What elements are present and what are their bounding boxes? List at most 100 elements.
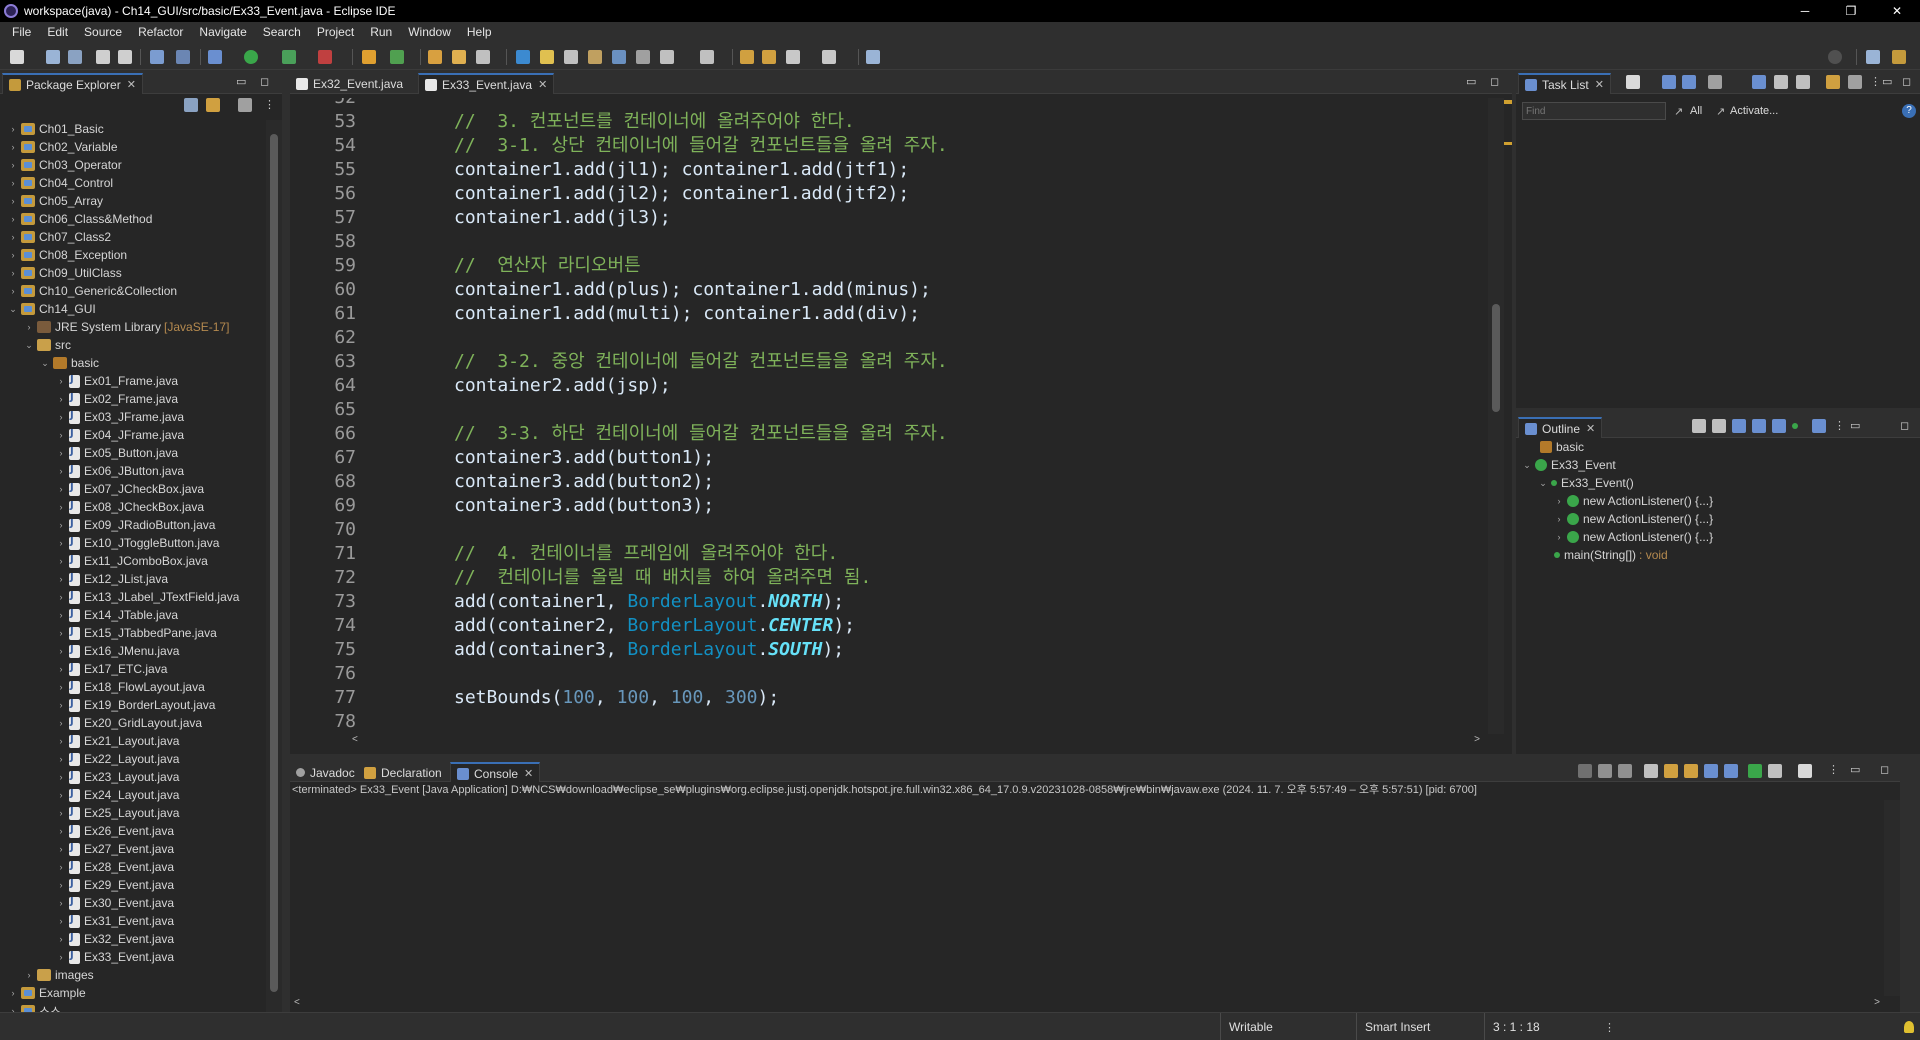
package-item-basic[interactable]: ⌄ basic	[40, 354, 99, 372]
maximize-view-icon[interactable]: ◻	[1902, 75, 1911, 88]
forward-icon[interactable]	[822, 50, 836, 64]
menu-file[interactable]: File	[4, 25, 39, 39]
project-item-ch14-gui[interactable]: ⌄ Ch14_GUI	[8, 300, 95, 318]
clear-console-icon[interactable]	[1644, 764, 1658, 778]
forward-edit-icon[interactable]	[762, 50, 776, 64]
menu-window[interactable]: Window	[400, 25, 459, 39]
code-line[interactable]: 71 // 4. 컨테이너를 프레임에 올려주어야 한다.	[290, 542, 1480, 566]
java-file-item[interactable]: › Ex21_Layout.java	[56, 732, 180, 750]
package-explorer-scrollbar[interactable]	[266, 120, 282, 1012]
java-file-item[interactable]: › Ex29_Event.java	[56, 876, 175, 894]
tab-task-list[interactable]: Task List ✕	[1518, 73, 1611, 94]
hide-fields-icon[interactable]	[1752, 419, 1766, 433]
status-menu-icon[interactable]: ⋮	[1604, 1021, 1615, 1034]
java-file-item[interactable]: › Ex15_JTabbedPane.java	[56, 624, 217, 642]
task-activate-link[interactable]: Activate...	[1730, 105, 1778, 117]
close-window-button[interactable]: ✕	[1874, 0, 1920, 22]
outline-main-method[interactable]: main(String[]) : void	[1554, 546, 1668, 564]
project-item[interactable]: › Ch07_Class2	[8, 228, 112, 246]
chevron-right-icon[interactable]: ›	[56, 646, 66, 656]
code-line[interactable]: 67 container3.add(button1);	[290, 446, 1480, 470]
search-tool-icon[interactable]	[476, 50, 490, 64]
code-line[interactable]: 76	[290, 662, 1480, 686]
chevron-right-icon[interactable]: ›	[56, 754, 66, 764]
show-whitespace-icon[interactable]	[612, 50, 626, 64]
outline-listener-3[interactable]: › new ActionListener() {...}	[1554, 528, 1714, 546]
view-menu-icon[interactable]: ⋮	[1834, 419, 1845, 432]
java-file-item[interactable]: › Ex23_Layout.java	[56, 768, 180, 786]
java-file-item[interactable]: › Ex25_Layout.java	[56, 804, 180, 822]
sync-icon[interactable]	[1826, 75, 1840, 89]
code-line[interactable]: 55 container1.add(jl1); container1.add(jt…	[290, 158, 1480, 182]
project-item[interactable]: › Ch09_UtilClass	[8, 264, 122, 282]
java-file-item[interactable]: › Ex01_Frame.java	[56, 372, 179, 390]
chevron-right-icon[interactable]: ›	[8, 268, 18, 278]
project-item[interactable]: › Ch10_Generic&Collection	[8, 282, 178, 300]
chevron-down-icon[interactable]: ⌄	[24, 340, 34, 351]
hide-local-types-icon[interactable]	[1812, 419, 1826, 433]
tab-package-explorer[interactable]: Package Explorer ✕	[2, 73, 143, 94]
coverage-icon[interactable]	[282, 50, 296, 64]
chevron-right-icon[interactable]: ›	[56, 898, 66, 908]
chevron-right-icon[interactable]: ›	[56, 628, 66, 638]
terminal-icon[interactable]	[150, 50, 164, 64]
chevron-right-icon[interactable]: ›	[8, 142, 18, 152]
toggle-mark-icon[interactable]	[516, 50, 530, 64]
chevron-right-icon[interactable]: ›	[56, 448, 66, 458]
hide-non-public-icon[interactable]	[1792, 423, 1798, 429]
next-annotation-icon[interactable]	[660, 50, 674, 64]
chevron-right-icon[interactable]: ›	[1554, 532, 1564, 542]
code-line[interactable]: 64 container2.add(jsp);	[290, 374, 1480, 398]
java-file-item[interactable]: › Ex08_JCheckBox.java	[56, 498, 205, 516]
tab-console[interactable]: Console ✕	[450, 762, 541, 783]
chevron-right-icon[interactable]: ›	[8, 160, 18, 170]
chevron-down-icon[interactable]: ⌄	[1522, 460, 1532, 471]
code-line[interactable]: 60 container1.add(plus); container1.add(m…	[290, 278, 1480, 302]
code-editor[interactable]: 5253 // 3. 컨포넌트를 컨테이너에 올려주어야 한다. 54 // 3-1.…	[290, 98, 1480, 734]
outline-class[interactable]: ⌄ Ex33_Event	[1522, 456, 1616, 474]
jre-library-item[interactable]: › JRE System Library [JavaSE-17]	[24, 318, 230, 336]
java-file-item[interactable]: › Ex28_Event.java	[56, 858, 175, 876]
chevron-right-icon[interactable]: ›	[56, 916, 66, 926]
remove-launch-icon[interactable]	[1598, 764, 1612, 778]
chevron-right-icon[interactable]: ›	[24, 970, 34, 980]
chevron-right-icon[interactable]: ›	[56, 592, 66, 602]
chevron-right-icon[interactable]: ›	[56, 700, 66, 710]
java-file-item[interactable]: › Ex17_ETC.java	[56, 660, 168, 678]
close-icon[interactable]: ✕	[1595, 78, 1604, 91]
hide-completed-icon[interactable]	[1752, 75, 1766, 89]
java-file-item[interactable]: › Ex13_JLabel_JTextField.java	[56, 588, 240, 606]
chevron-right-icon[interactable]: ›	[8, 250, 18, 260]
skip-breakpoints-icon[interactable]	[176, 50, 190, 64]
java-file-item[interactable]: › Ex10_JToggleButton.java	[56, 534, 220, 552]
code-line[interactable]: 62	[290, 326, 1480, 350]
code-line[interactable]: 63 // 3-2. 중앙 컨테이너에 들어갈 컨포넌트들을 올려 주자.	[290, 350, 1480, 374]
maximize-view-icon[interactable]: ◻	[1490, 75, 1499, 88]
menu-search[interactable]: Search	[255, 25, 309, 39]
project-item[interactable]: › Ch01_Basic	[8, 120, 104, 138]
project-item[interactable]: › Ch08_Exception	[8, 246, 128, 264]
project-item[interactable]: › Ch05_Array	[8, 192, 104, 210]
chevron-right-icon[interactable]: ›	[8, 988, 18, 998]
chevron-right-icon[interactable]: ›	[56, 556, 66, 566]
pin-editor-icon[interactable]	[866, 50, 880, 64]
code-line[interactable]: 58	[290, 230, 1480, 254]
chevron-right-icon[interactable]: ›	[56, 430, 66, 440]
menu-edit[interactable]: Edit	[39, 25, 76, 39]
undo-icon[interactable]	[96, 50, 110, 64]
code-line[interactable]: 52	[290, 98, 1480, 110]
status-insert-mode[interactable]: Smart Insert	[1356, 1013, 1482, 1040]
hide-static-icon[interactable]	[1772, 419, 1786, 433]
debug-icon[interactable]	[208, 50, 222, 64]
word-wrap-icon[interactable]	[588, 50, 602, 64]
chevron-right-icon[interactable]: ›	[56, 772, 66, 782]
minimize-view-icon[interactable]: ▭	[1850, 763, 1860, 776]
outline-listener-2[interactable]: › new ActionListener() {...}	[1554, 510, 1714, 528]
chevron-right-icon[interactable]: ›	[56, 718, 66, 728]
code-line[interactable]: 53 // 3. 컨포넌트를 컨테이너에 올려주어야 한다.	[290, 110, 1480, 134]
terminate-icon[interactable]	[1578, 764, 1592, 778]
open-perspective-icon[interactable]	[1866, 50, 1880, 64]
chevron-right-icon[interactable]: ›	[56, 394, 66, 404]
chevron-right-icon[interactable]: ›	[56, 520, 66, 530]
editor-vertical-scrollbar[interactable]	[1488, 98, 1504, 734]
